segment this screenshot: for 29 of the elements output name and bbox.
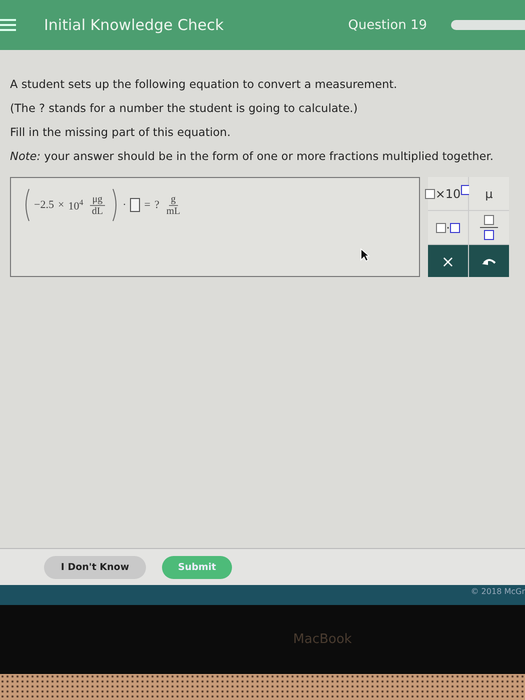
fraction-key[interactable] [469,211,509,244]
laptop-brand-label: MacBook [293,632,352,647]
question-text: A student sets up the following equation to convert a measurement. [10,78,398,91]
power-of-ten-key[interactable]: ×10 [428,177,468,210]
product-key[interactable]: · [428,211,468,244]
cursor-icon [360,248,370,262]
copyright-text: © 2018 McGr [470,587,525,596]
parenthesis-icon [23,188,30,222]
skip-button[interactable]: I Don't Know [44,556,146,578]
question-number: Question 19 [348,18,427,32]
math-term: ? [154,199,160,211]
unit-fraction: g mL [166,194,180,216]
undo-icon [481,256,497,266]
math-term: −2.5 [34,199,54,211]
question-text: (The ? stands for a number the student is going to calculate.) [10,102,359,115]
clear-key[interactable]: × [428,245,468,277]
symbol-key[interactable]: μ [469,177,509,210]
question-text: Note: your answer should be in the form of one or more fractions multiplied together. [10,150,494,163]
math-operator: × [58,199,64,211]
undo-key[interactable] [469,245,509,277]
math-operator: = [144,199,150,211]
blank-input-icon[interactable] [130,198,140,212]
question-text: Fill in the missing part of this equation. [10,126,232,139]
math-operator: · [122,199,126,211]
unit-fraction: μg dL [90,194,105,216]
parenthesis-icon [112,188,119,222]
menu-icon[interactable] [0,18,16,32]
quiz-title: Initial Knowledge Check [44,16,225,34]
math-term: 10$^{4}$ [68,198,84,212]
